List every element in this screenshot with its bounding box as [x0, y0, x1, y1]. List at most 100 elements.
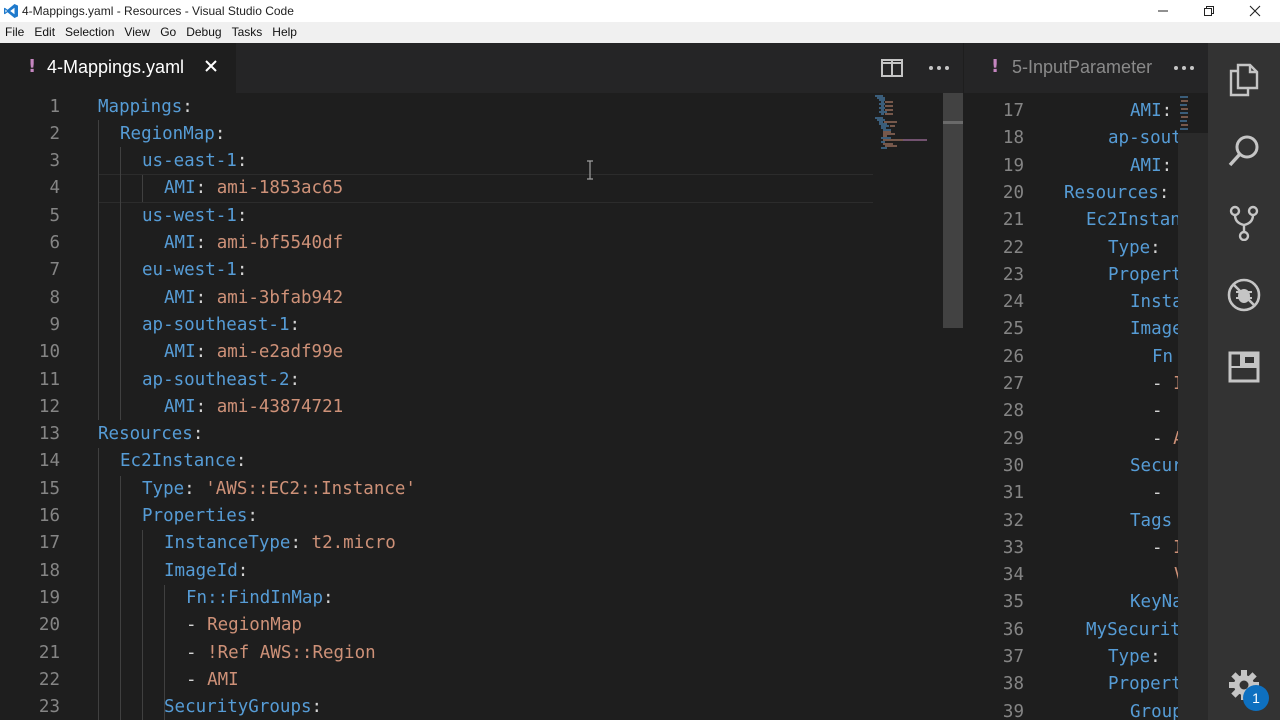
- more-actions-icon[interactable]: [927, 58, 951, 78]
- line-number: 12: [38, 396, 60, 417]
- minimize-button[interactable]: [1140, 0, 1186, 22]
- code-text: ap-southeast-1:: [142, 312, 300, 339]
- code-text: - A: [1152, 426, 1178, 453]
- line-number: 17: [38, 533, 60, 554]
- colon: :: [236, 151, 248, 172]
- colon: :: [195, 396, 207, 417]
- settings-update-badge: 1: [1243, 685, 1269, 711]
- line-number: 4: [49, 178, 60, 199]
- explorer-icon[interactable]: [1226, 61, 1262, 97]
- yaml-key: Image: [1130, 319, 1178, 340]
- left-editor[interactable]: 1 Mappings: 2 RegionMap: 3 us-east-1: 4 AMI: am…: [0, 93, 963, 720]
- code-line: 35 KeyNa: [964, 589, 1178, 616]
- yaml-key: Properties: [142, 506, 248, 526]
- yaml-key: ap-southeast-2: [142, 369, 290, 390]
- left-scrollbar-thumb[interactable]: [943, 93, 963, 328]
- yaml-key: RegionMap: [120, 123, 215, 144]
- code-line: 13 Resources:: [0, 421, 940, 448]
- menu-edit[interactable]: Edit: [29, 22, 60, 43]
- yaml-value: ami-e2adf99e: [206, 342, 344, 363]
- tab-4-mappings[interactable]: ! 4-Mappings.yaml: [0, 43, 236, 93]
- close-window-button[interactable]: [1232, 0, 1278, 22]
- code-text: - AMI: [186, 667, 239, 694]
- colon: :: [1150, 237, 1161, 258]
- minimap[interactable]: [1178, 93, 1190, 143]
- search-icon[interactable]: [1226, 133, 1262, 169]
- line-number: 1: [49, 96, 60, 117]
- source-control-icon[interactable]: [1226, 205, 1262, 241]
- code-text: AMI:: [1130, 98, 1172, 125]
- code-text: -: [1152, 480, 1173, 507]
- code-text: eu-west-1:: [142, 257, 247, 284]
- code-line: 19 AMI:: [964, 153, 1178, 180]
- minimap[interactable]: [873, 93, 929, 173]
- restore-button[interactable]: [1186, 0, 1232, 22]
- yaml-key: us-east-1: [142, 151, 237, 172]
- colon: :: [195, 178, 207, 199]
- code-line: 39 Group: [964, 699, 1178, 720]
- line-number: 3: [49, 151, 60, 172]
- yaml-value: ami-3bfab942: [206, 287, 344, 308]
- yaml-value: 'AWS::EC2::Instance': [194, 478, 416, 499]
- code-line: 31 -: [964, 480, 1178, 507]
- menu-help[interactable]: Help: [267, 22, 302, 43]
- menu-view[interactable]: View: [119, 22, 155, 43]
- line-number: 13: [38, 424, 60, 445]
- code-text: Type:: [1108, 644, 1161, 671]
- code-text: ImageId:: [164, 558, 248, 585]
- code-text: -: [1152, 398, 1173, 425]
- line-number: 9: [49, 314, 60, 335]
- menu-file[interactable]: File: [0, 22, 29, 43]
- list-dash: -: [186, 642, 208, 663]
- code-line: 24 Insta: [964, 289, 1178, 316]
- restore-icon: [1204, 6, 1214, 16]
- code-line: 36 MySecurit: [964, 617, 1178, 644]
- yaml-key: Fn::FindInMap: [186, 587, 323, 608]
- extensions-icon[interactable]: [1226, 349, 1262, 385]
- code-text: Secur: [1130, 453, 1178, 480]
- code-text: Propert: [1108, 262, 1178, 289]
- yaml-value: !Ref AWS::Region: [207, 642, 376, 663]
- code-line: 33 - I: [964, 535, 1178, 562]
- right-scrollbar-thumb[interactable]: [1178, 133, 1208, 720]
- tab-5-inputparameter[interactable]: 5-InputParameter: [1012, 57, 1174, 78]
- line-number: 33: [1002, 537, 1024, 558]
- menu-go[interactable]: Go: [155, 22, 181, 43]
- code-text: MySecurit: [1086, 617, 1178, 644]
- split-editor-icon[interactable]: [880, 58, 904, 78]
- code-text: - I: [1152, 371, 1178, 398]
- code-text: AMI: ami-3bfab942: [164, 285, 343, 312]
- yaml-key: eu-west-1: [142, 260, 237, 281]
- colon: :: [1161, 155, 1173, 176]
- line-number: 11: [38, 369, 60, 390]
- yaml-key: SecurityGroups: [164, 697, 312, 718]
- yaml-key: AMI: [164, 287, 196, 308]
- code-line: 4 AMI: ami-1853ac65: [0, 175, 940, 202]
- menu-tasks[interactable]: Tasks: [227, 22, 268, 43]
- menu-debug[interactable]: Debug: [181, 22, 226, 43]
- code-text: Type:: [1108, 235, 1161, 262]
- tab-label: 4-Mappings.yaml: [47, 57, 185, 77]
- more-actions-icon[interactable]: [1172, 58, 1196, 78]
- yaml-key: Group: [1130, 701, 1178, 720]
- code-text: AMI:: [1130, 153, 1172, 180]
- code-text: RegionMap:: [120, 121, 225, 148]
- code-text: Tags: [1130, 508, 1172, 535]
- activity-bar: [1208, 43, 1280, 720]
- yaml-value: ami-1853ac65: [206, 178, 344, 199]
- code-line: 27 - I: [964, 371, 1178, 398]
- colon: :: [290, 533, 301, 554]
- line-number: 26: [1002, 346, 1024, 367]
- line-number: 20: [1002, 182, 1024, 203]
- colon: :: [236, 260, 248, 281]
- colon: :: [289, 369, 301, 390]
- line-number: 16: [38, 506, 60, 526]
- code-line: 17 InstanceType: t2.micro: [0, 530, 940, 557]
- debug-icon[interactable]: [1226, 277, 1262, 313]
- menu-selection[interactable]: Selection: [60, 22, 119, 43]
- yaml-key: AMI: [164, 342, 196, 363]
- colon: :: [184, 478, 195, 499]
- code-line: 21 - !Ref AWS::Region: [0, 640, 940, 667]
- right-editor[interactable]: 17 AMI: 18 ap-sout 19 AMI: 20 Resources: 21 Ec2In…: [964, 93, 1208, 720]
- close-tab-icon[interactable]: [202, 57, 220, 75]
